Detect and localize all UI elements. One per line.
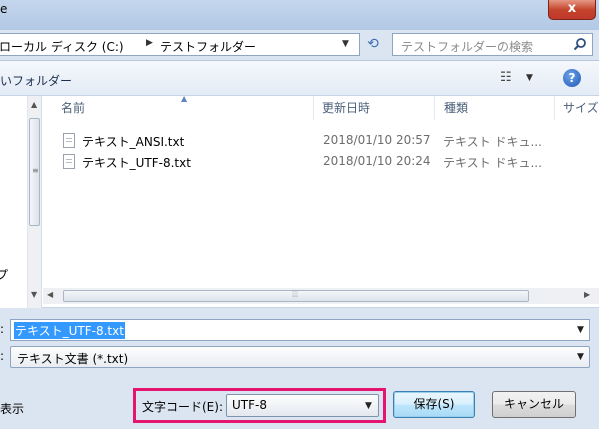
breadcrumb[interactable]: ローカル ディスク (C:) ▶ テストフォルダー ▼ <box>0 33 360 56</box>
scroll-right-icon[interactable]: ▶ <box>584 290 590 299</box>
encoding-label: 文字コード(E): <box>142 400 223 414</box>
file-name: テキスト_ANSI.txt <box>82 135 185 149</box>
column-header-date[interactable]: 更新日時 <box>322 96 370 120</box>
column-divider[interactable] <box>313 96 314 120</box>
browser-content: プ ▲ ≡ ▼ ▲ 名前 更新日時 種類 サイズ テキスト_ANSI.txt 2… <box>0 94 599 308</box>
filetype-select[interactable]: テキスト文書 (*.txt) ▼ <box>10 346 590 368</box>
column-header-size[interactable]: サイズ <box>563 96 599 120</box>
column-divider[interactable] <box>554 96 555 120</box>
text-file-icon <box>63 133 75 148</box>
command-bar: いフォルダー ☷ ▼ ? <box>0 60 599 96</box>
filetype-dropdown-icon[interactable]: ▼ <box>577 352 584 362</box>
save-button[interactable]: 保存(S) <box>393 391 475 418</box>
nav-scroll-thumb[interactable]: ≡ <box>29 118 40 226</box>
file-list: ▲ 名前 更新日時 種類 サイズ テキスト_ANSI.txt 2018/01/1… <box>43 94 599 308</box>
hide-folders-toggle[interactable]: 表示 <box>0 400 24 417</box>
close-button[interactable]: x <box>548 0 596 20</box>
breadcrumb-item-folder[interactable]: テストフォルダー <box>160 38 256 55</box>
file-date: 2018/01/10 20:57 <box>323 133 431 147</box>
filename-dropdown-icon[interactable]: ▼ <box>577 325 584 335</box>
scroll-down-icon[interactable]: ▼ <box>31 290 37 299</box>
scroll-left-icon[interactable]: ◀ <box>47 290 53 299</box>
new-folder-button[interactable]: いフォルダー <box>0 72 72 89</box>
file-name: テキスト_UTF-8.txt <box>82 156 191 170</box>
column-header-name[interactable]: 名前 <box>61 96 85 120</box>
scroll-up-icon[interactable]: ▲ <box>31 100 37 109</box>
filename-label: : <box>0 322 5 336</box>
filename-field[interactable]: テキスト_UTF-8.txt ▼ <box>10 319 590 341</box>
breadcrumb-item-drive[interactable]: ローカル ディスク (C:) <box>0 38 124 55</box>
filetype-label: : <box>0 349 5 363</box>
search-placeholder: テストフォルダーの検索 <box>401 40 534 54</box>
file-row[interactable]: テキスト_ANSI.txt 2018/01/10 20:57 テキスト ドキュ.… <box>60 130 580 150</box>
horizontal-scrollbar[interactable]: ◀ ⦙⦙⦙ ▶ <box>43 288 599 304</box>
search-input[interactable]: テストフォルダーの検索 <box>392 33 593 56</box>
sort-ascending-icon: ▲ <box>181 94 188 103</box>
address-bar: ローカル ディスク (C:) ▶ テストフォルダー ▼ ⟲ テストフォルダーの検… <box>0 30 599 60</box>
filetype-value: テキスト文書 (*.txt) <box>17 352 129 366</box>
refresh-icon[interactable]: ⟲ <box>364 35 382 53</box>
address-dropdown-icon[interactable]: ▼ <box>342 39 349 49</box>
file-row[interactable]: テキスト_UTF-8.txt 2018/01/10 20:24 テキスト ドキュ… <box>60 151 580 171</box>
horizontal-scroll-thumb[interactable]: ⦙⦙⦙ <box>63 290 529 302</box>
file-date: 2018/01/10 20:24 <box>323 154 431 168</box>
filename-value[interactable]: テキスト_UTF-8.txt <box>14 322 125 339</box>
scroll-grip-icon: ≡ <box>32 166 39 175</box>
nav-item-partial[interactable]: プ <box>0 266 8 283</box>
encoding-value: UTF-8 <box>232 398 267 412</box>
search-icon[interactable] <box>573 37 587 51</box>
navigation-pane: プ ▲ ≡ ▼ <box>0 96 42 308</box>
save-options-area: : テキスト_UTF-8.txt ▼ : テキスト文書 (*.txt) ▼ 表示… <box>0 309 599 429</box>
window-title: e <box>0 2 8 16</box>
encoding-dropdown-icon[interactable]: ▼ <box>365 401 372 411</box>
column-divider[interactable] <box>434 96 435 120</box>
text-file-icon <box>63 154 75 169</box>
file-type: テキスト ドキュ... <box>443 135 542 149</box>
cancel-button[interactable]: キャンセル <box>492 391 576 418</box>
file-type: テキスト ドキュ... <box>443 156 542 170</box>
nav-vertical-scrollbar[interactable]: ▲ ≡ ▼ <box>27 96 41 308</box>
close-icon: x <box>567 1 577 16</box>
breadcrumb-separator-icon[interactable]: ▶ <box>146 38 153 48</box>
view-dropdown-icon[interactable]: ▼ <box>526 73 533 83</box>
title-bar: e x <box>0 0 599 30</box>
view-options-icon[interactable]: ☷ <box>500 70 520 86</box>
scroll-grip-icon: ⦙⦙⦙ <box>292 290 299 300</box>
column-header-type[interactable]: 種類 <box>444 96 468 120</box>
help-icon[interactable]: ? <box>563 69 581 87</box>
encoding-select[interactable]: UTF-8 ▼ <box>226 394 379 417</box>
